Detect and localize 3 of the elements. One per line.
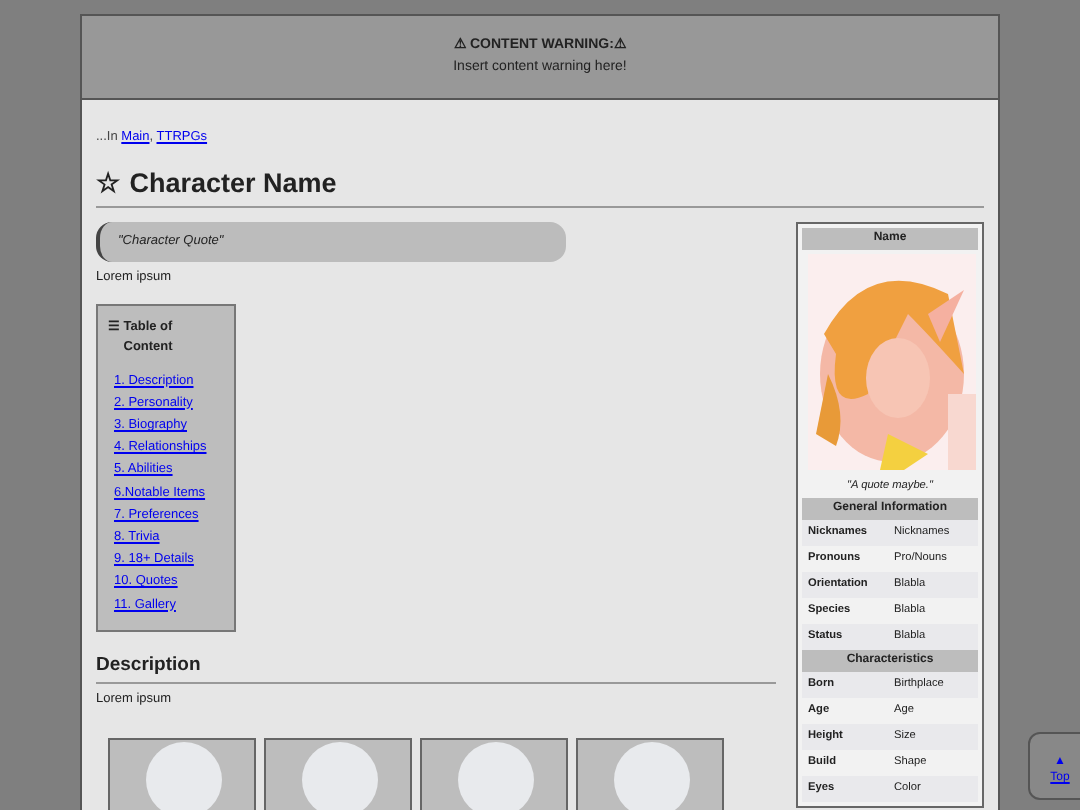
section-heading: Description — [96, 651, 776, 684]
page-title: Character Name — [127, 167, 337, 198]
star-icon: ☆ — [96, 167, 122, 198]
